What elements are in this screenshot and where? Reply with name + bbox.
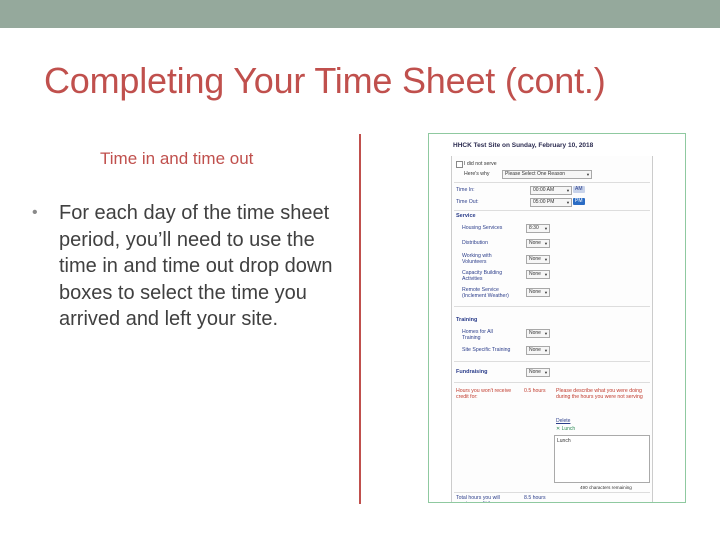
- slide-subheading: Time in and time out: [100, 149, 254, 168]
- service-hours-value: None: [529, 256, 541, 262]
- training-hours-value: None: [529, 330, 541, 336]
- chevron-down-icon: ▼: [544, 257, 548, 262]
- describe-note: Please describe what you were doing duri…: [556, 388, 643, 400]
- service-row-label: Housing Services: [462, 225, 503, 231]
- delete-link[interactable]: Delete: [556, 418, 570, 424]
- chevron-down-icon: ▼: [566, 200, 570, 205]
- service-hours-select[interactable]: None ▼: [526, 288, 550, 297]
- pm-button[interactable]: PM: [573, 198, 585, 205]
- chevron-down-icon: ▼: [544, 272, 548, 277]
- reason-select-value: Please Select One Reason: [505, 171, 566, 177]
- training-row-label: Site Specific Training: [462, 347, 511, 353]
- reason-select[interactable]: Please Select One Reason ▼: [502, 170, 592, 179]
- service-row-label: Distribution: [462, 240, 488, 246]
- training-row-label: Homes for All Training: [462, 329, 493, 341]
- training-section-heading: Training: [456, 317, 478, 323]
- service-row-label: Capacity Building Activities: [462, 270, 503, 282]
- lunch-item-label: Lunch: [561, 426, 576, 432]
- service-hours-select[interactable]: None ▼: [526, 255, 550, 264]
- chevron-down-icon: ▼: [544, 348, 548, 353]
- fundraising-hours-value: None: [529, 369, 541, 375]
- divider-line: [454, 492, 650, 493]
- training-hours-value: None: [529, 347, 541, 353]
- did-not-serve-label: I did not serve: [464, 161, 497, 167]
- chevron-down-icon: ▼: [586, 172, 590, 177]
- service-hours-value: None: [529, 240, 541, 246]
- bullet-list: • For each day of the time sheet period,…: [32, 200, 352, 333]
- chevron-down-icon: ▼: [544, 241, 548, 246]
- slide-title: Completing Your Time Sheet (cont.): [44, 60, 606, 101]
- heres-why-label: Here's why: [464, 171, 490, 177]
- reason-textarea-text: Lunch: [557, 438, 571, 444]
- time-out-label: Time Out:: [456, 199, 479, 205]
- chars-remaining: 490 characters remaining: [580, 485, 632, 490]
- reason-textarea[interactable]: Lunch: [554, 435, 650, 483]
- service-hours-value: None: [529, 271, 541, 277]
- service-hours-select[interactable]: 8:30 ▼: [526, 224, 550, 233]
- am-button[interactable]: AM: [573, 186, 585, 193]
- vertical-divider: [359, 134, 361, 504]
- divider-line: [454, 210, 650, 211]
- form-title: HHCK Test Site on Sunday, February 10, 2…: [453, 142, 594, 149]
- chevron-down-icon: ▼: [544, 290, 548, 295]
- chevron-down-icon: ▼: [544, 370, 548, 375]
- form-panel: I did not serve Here's why Please Select…: [451, 156, 653, 502]
- time-out-select[interactable]: 05:00 PM ▼: [530, 198, 572, 207]
- time-in-select[interactable]: 00:00 AM ▼: [530, 186, 572, 195]
- service-hours-value: 8:30: [529, 225, 539, 231]
- service-row-label: Working with Volunteers: [462, 253, 492, 265]
- divider-line: [454, 361, 650, 362]
- chevron-down-icon: ▼: [544, 331, 548, 336]
- fundraising-hours-select[interactable]: None ▼: [526, 368, 550, 377]
- divider-line: [454, 382, 650, 383]
- divider-line: [454, 306, 650, 307]
- time-out-value: 05:00 PM: [533, 199, 555, 205]
- time-in-label: Time In:: [456, 187, 475, 193]
- chevron-down-icon: ▼: [566, 188, 570, 193]
- training-hours-select[interactable]: None ▼: [526, 329, 550, 338]
- lunch-item-checked[interactable]: ✕ Lunch: [556, 426, 575, 432]
- service-row-label: Remote Service (Inclement Weather): [462, 287, 509, 299]
- service-hours-select[interactable]: None ▼: [526, 239, 550, 248]
- total-credit-label: Total hours you will receive credit for:: [456, 495, 500, 502]
- top-accent-bar: [0, 0, 720, 28]
- service-hours-value: None: [529, 289, 541, 295]
- no-credit-label: Hours you won't receive credit for:: [456, 388, 512, 400]
- time-in-value: 00:00 AM: [533, 187, 555, 193]
- bullet-text: For each day of the time sheet period, y…: [59, 202, 333, 330]
- chevron-down-icon: ▼: [544, 226, 548, 231]
- training-hours-select[interactable]: None ▼: [526, 346, 550, 355]
- divider-line: [454, 182, 650, 183]
- bullet-dot-icon: •: [32, 204, 38, 221]
- fundraising-label: Fundraising: [456, 369, 488, 375]
- no-credit-value: 0.5 hours: [524, 388, 546, 394]
- service-hours-select[interactable]: None ▼: [526, 270, 550, 279]
- total-credit-value: 8.5 hours: [524, 495, 546, 501]
- timesheet-form-screenshot: HHCK Test Site on Sunday, February 10, 2…: [428, 133, 686, 503]
- service-section-heading: Service: [456, 213, 476, 219]
- did-not-serve-checkbox[interactable]: [456, 161, 463, 168]
